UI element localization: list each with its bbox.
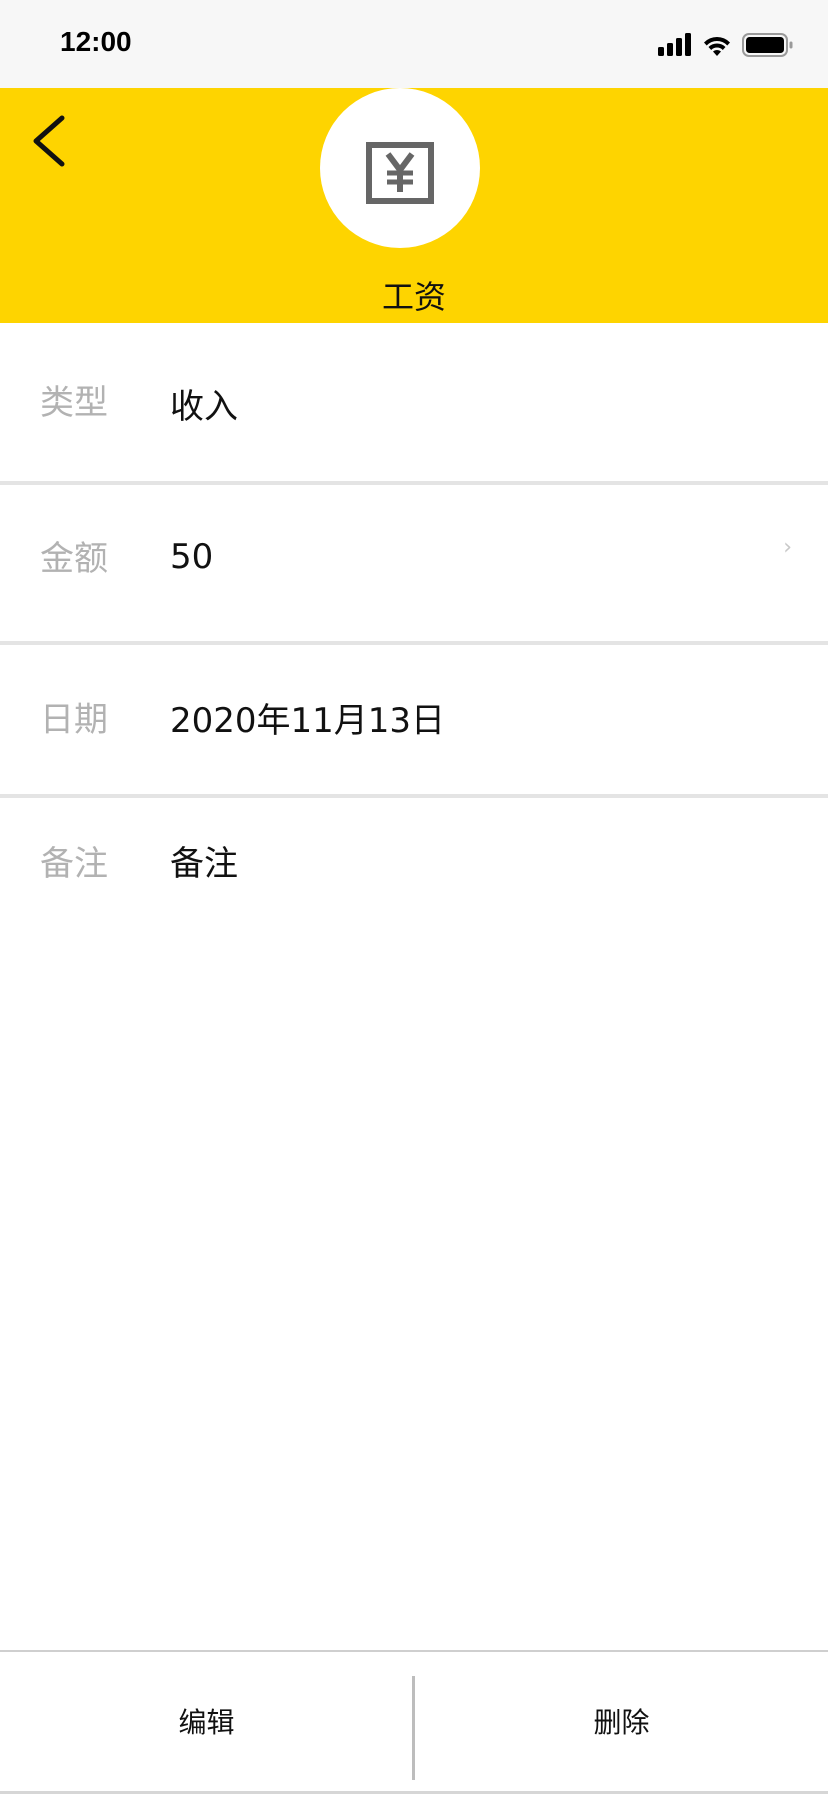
detail-row-amount[interactable]: 金额 50 › bbox=[0, 485, 828, 645]
status-time: 12:00 bbox=[60, 26, 132, 57]
chevron-right-icon: › bbox=[783, 535, 792, 560]
date-value: 2020年11月13日 bbox=[170, 701, 446, 741]
note-label: 备注 bbox=[40, 844, 108, 884]
back-button[interactable] bbox=[26, 108, 82, 174]
detail-row-type: 类型 收入 bbox=[0, 323, 828, 485]
edit-button[interactable]: 编辑 bbox=[0, 1652, 413, 1790]
footer-actions: 编辑 删除 bbox=[0, 1650, 828, 1794]
category-name: 工资 bbox=[381, 278, 446, 316]
date-label: 日期 bbox=[40, 700, 108, 740]
header: 工资 bbox=[0, 88, 828, 323]
signal-icon bbox=[658, 33, 691, 56]
category-icon-circle bbox=[320, 88, 480, 248]
note-value: 备注 bbox=[170, 844, 238, 884]
wifi-icon bbox=[704, 36, 730, 56]
type-label: 类型 bbox=[40, 383, 108, 423]
battery-icon bbox=[742, 33, 793, 57]
amount-value: 50 bbox=[170, 537, 214, 577]
delete-button[interactable]: 删除 bbox=[415, 1652, 828, 1790]
detail-row-note: 备注 备注 bbox=[0, 798, 828, 948]
chevron-left-icon bbox=[33, 115, 65, 167]
type-value: 收入 bbox=[170, 387, 238, 427]
amount-label: 金额 bbox=[40, 539, 108, 579]
status-bar: 12:00 bbox=[0, 0, 828, 88]
yuan-receipt-icon bbox=[366, 142, 434, 204]
status-icons bbox=[658, 30, 798, 60]
detail-row-date: 日期 2020年11月13日 bbox=[0, 645, 828, 798]
